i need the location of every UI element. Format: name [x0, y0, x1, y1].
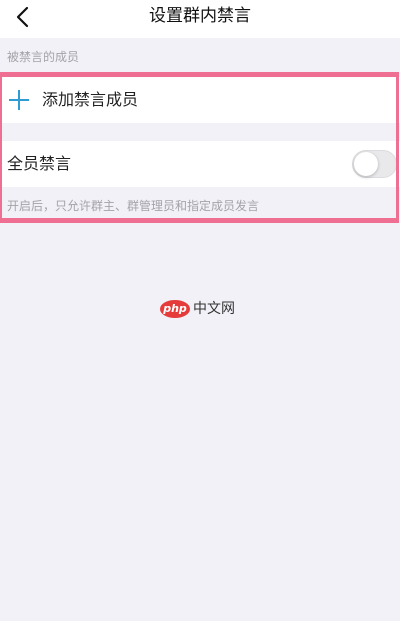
muted-members-section-label: 被禁言的成员	[7, 50, 80, 64]
plus-icon	[9, 90, 29, 110]
watermark-text: 中文网	[193, 301, 235, 317]
watermark-logo: php	[160, 300, 190, 318]
mute-all-toggle[interactable]	[352, 150, 397, 178]
toggle-knob	[354, 152, 378, 176]
mute-all-label: 全员禁言	[7, 154, 72, 173]
mute-all-row: 全员禁言	[0, 141, 400, 187]
mute-all-hint: 开启后，只允许群主、群管理员和指定成员发言	[7, 199, 260, 213]
add-muted-member-row[interactable]: 添加禁言成员	[0, 77, 400, 123]
watermark: php 中文网	[160, 300, 242, 320]
navigation-bar: 设置群内禁言	[0, 0, 400, 38]
page-title: 设置群内禁言	[149, 6, 251, 26]
add-muted-member-label: 添加禁言成员	[42, 90, 139, 109]
